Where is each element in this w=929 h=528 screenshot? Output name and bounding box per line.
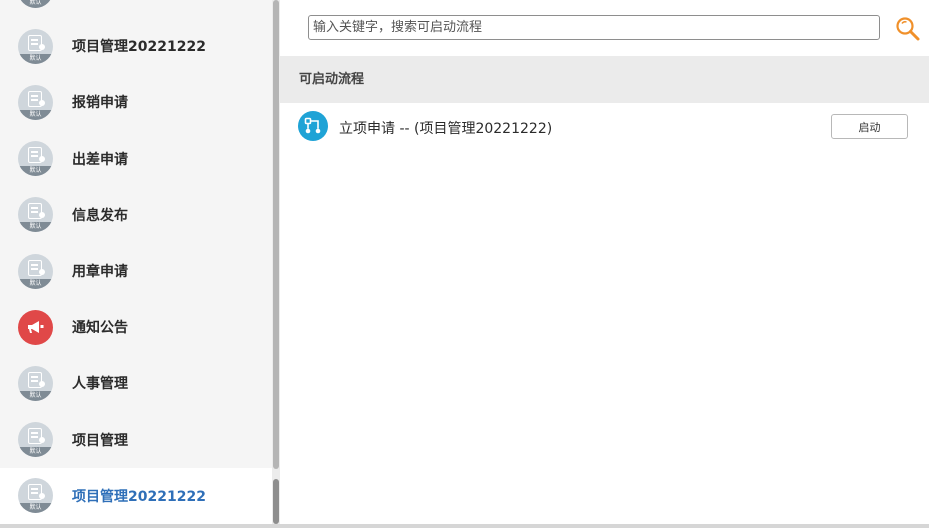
main-panel: 可启动流程 立项申请 -- (项目管理20221222) 启动 <box>280 0 929 528</box>
sidebar-item-label: 项目管理20221222 <box>72 39 206 56</box>
flow-icon <box>298 111 328 141</box>
default-tag: 默认 <box>18 390 53 401</box>
sidebar-item-hr-management[interactable]: 默认 人事管理 <box>0 355 272 411</box>
document-app-icon: 默认 <box>18 28 53 64</box>
default-tag: 默认 <box>18 222 53 233</box>
sidebar-item-label: 用章申请 <box>72 264 128 281</box>
default-tag: 默认 <box>18 109 53 120</box>
window-bottom-border <box>0 524 929 528</box>
process-row: 立项申请 -- (项目管理20221222) 启动 <box>280 103 929 149</box>
document-app-icon: 默认 <box>18 141 53 177</box>
sidebar-item-partial[interactable]: 默认 <box>0 0 272 18</box>
sidebar-item-project-management-20221222[interactable]: 默认 项目管理20221222 <box>0 18 272 74</box>
document-app-icon: 默认 <box>18 422 53 458</box>
search-icon[interactable] <box>894 15 922 43</box>
start-button[interactable]: 启动 <box>831 114 908 139</box>
default-tag: 默认 <box>18 278 53 289</box>
document-app-icon: 默认 <box>18 253 53 289</box>
document-app-icon: 默认 <box>18 365 53 401</box>
sidebar-item-seal-request[interactable]: 默认 用章申请 <box>0 243 272 299</box>
sidebar-item-label: 报销申请 <box>72 95 128 112</box>
section-title: 可启动流程 <box>280 56 929 103</box>
default-tag: 默认 <box>18 447 53 458</box>
sidebar-item-label: 项目管理20221222 <box>72 488 206 505</box>
sidebar-item-label: 出差申请 <box>72 151 128 168</box>
sidebar-item-business-trip[interactable]: 默认 出差申请 <box>0 131 272 187</box>
sidebar-scrollbar-track-upper <box>273 0 279 469</box>
default-tag: 默认 <box>18 166 53 177</box>
sidebar-item-project-management[interactable]: 默认 项目管理 <box>0 412 272 468</box>
app-list: 默认 默认 项目管理20221222 默认 报销申请 默认 出差申请 默认 信息… <box>0 0 272 524</box>
sidebar-item-label: 项目管理 <box>72 432 128 449</box>
sidebar-item-label: 通知公告 <box>72 320 128 337</box>
sidebar-item-notice[interactable]: 通知公告 <box>0 299 272 355</box>
process-title[interactable]: 立项申请 -- (项目管理20221222) <box>339 118 552 138</box>
sidebar-item-project-management-20221222-active[interactable]: 默认 项目管理20221222 <box>0 467 272 524</box>
sidebar-item-label: 人事管理 <box>72 376 128 393</box>
default-tag: 默认 <box>18 503 53 514</box>
sidebar-scrollbar-thumb[interactable] <box>273 479 279 524</box>
search-input[interactable] <box>308 15 880 40</box>
sidebar-item-expense-claim[interactable]: 默认 报销申请 <box>0 74 272 130</box>
sidebar-item-label: 信息发布 <box>72 207 128 224</box>
sidebar: 默认 默认 项目管理20221222 默认 报销申请 默认 出差申请 默认 信息… <box>0 0 280 528</box>
document-app-icon: 默认 <box>18 197 53 233</box>
default-tag: 默认 <box>18 0 53 8</box>
sidebar-item-info-publish[interactable]: 默认 信息发布 <box>0 187 272 243</box>
megaphone-icon <box>18 309 53 345</box>
document-app-icon: 默认 <box>18 478 53 514</box>
document-app-icon: 默认 <box>18 0 53 8</box>
default-tag: 默认 <box>18 53 53 64</box>
document-app-icon: 默认 <box>18 84 53 120</box>
